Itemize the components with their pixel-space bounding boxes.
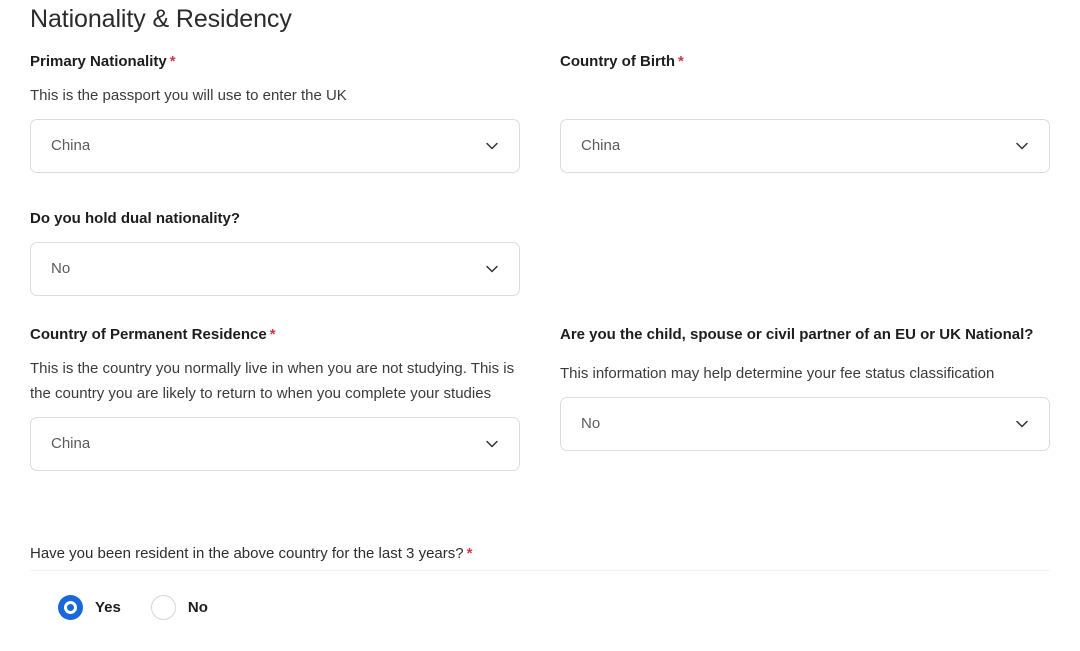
nationality-residency-form: Nationality & Residency Primary National… [0,0,1080,651]
radio-option-no[interactable]: No [150,595,208,620]
section-divider [30,570,1050,571]
select-country-of-permanent-residence[interactable]: China [30,417,520,471]
required-asterisk: * [677,53,684,70]
label-text: Primary Nationality [30,53,167,70]
field-help-eu-uk-national-relation: This information may help determine your… [560,365,995,382]
field-label-country-of-permanent-residence: Country of Permanent Residence * [30,323,520,347]
chevron-down-icon [483,137,501,155]
label-text: Country of Birth [560,53,675,70]
field-eu-uk-national-relation: Are you the child, spouse or civil partn… [560,323,1050,451]
field-country-of-permanent-residence: Country of Permanent Residence * This is … [30,323,520,471]
select-eu-uk-national-relation[interactable]: No [560,397,1050,451]
required-asterisk: * [169,53,176,70]
radio-indicator-yes[interactable] [58,595,83,620]
select-value: No [581,415,601,432]
label-text: Have you been resident in the above coun… [30,545,464,562]
radio-label-no: No [187,598,208,616]
label-text: Do you hold dual nationality? [30,210,240,227]
radio-indicator-no[interactable] [150,595,176,620]
select-value: China [51,137,91,154]
label-text: Are you the child, spouse or civil partn… [560,326,1034,343]
select-primary-nationality[interactable]: China [30,119,520,173]
field-country-of-birth: Country of Birth * China [560,50,1050,173]
label-text: Country of Permanent Residence [30,326,267,343]
required-asterisk: * [269,326,276,343]
select-value: No [51,260,71,277]
chevron-down-icon [1013,137,1031,155]
field-help-primary-nationality: This is the passport you will use to ent… [30,87,347,104]
page-title: Nationality & Residency [30,5,292,33]
select-value: China [51,435,91,452]
select-dual-nationality[interactable]: No [30,242,520,296]
field-label-eu-uk-national-relation: Are you the child, spouse or civil partn… [560,323,1050,347]
residency-radio-group: Yes No [58,595,208,620]
field-primary-nationality: Primary Nationality * This is the passpor… [30,50,520,173]
field-dual-nationality: Do you hold dual nationality? No [30,207,520,296]
radio-label-yes: Yes [95,598,121,616]
chevron-down-icon [483,260,501,278]
field-label-country-of-birth: Country of Birth * [560,50,1050,74]
radio-option-yes[interactable]: Yes [58,595,121,620]
select-country-of-birth[interactable]: China [560,119,1050,173]
residency-question-label: Have you been resident in the above coun… [30,543,472,565]
field-help-country-of-permanent-residence: This is the country you normally live in… [30,360,515,402]
chevron-down-icon [1013,415,1031,433]
chevron-down-icon [483,435,501,453]
field-label-dual-nationality: Do you hold dual nationality? [30,207,520,231]
select-value: China [581,137,621,154]
field-label-primary-nationality: Primary Nationality * [30,50,520,74]
required-asterisk: * [466,545,473,562]
